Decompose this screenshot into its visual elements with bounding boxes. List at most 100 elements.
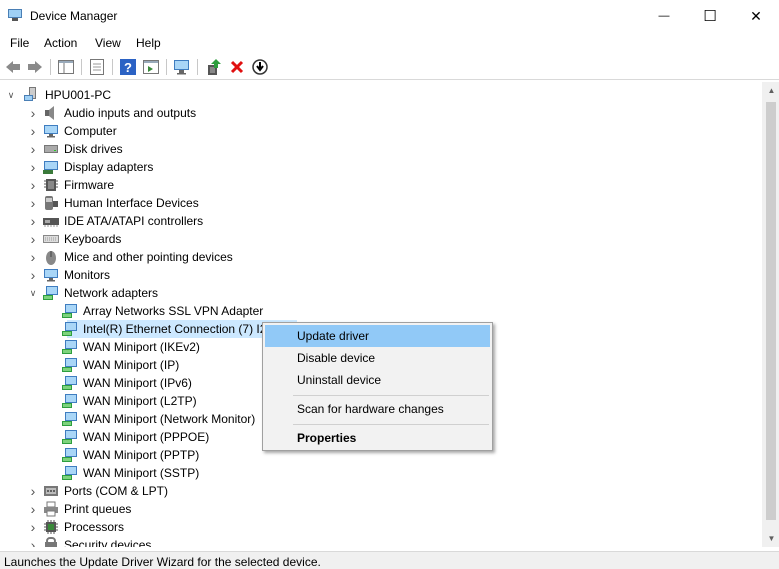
expand-icon[interactable]: ›: [28, 536, 38, 547]
menu-action[interactable]: Action: [44, 36, 77, 50]
device-manager-icon: [8, 9, 22, 21]
scan-hardware-button[interactable]: [173, 58, 191, 76]
maximize-icon: ☐: [703, 8, 717, 25]
properties-button[interactable]: [88, 58, 106, 76]
tree-category-9[interactable]: › Monitors: [0, 266, 740, 284]
mouse-icon: [46, 251, 56, 265]
network-adapter-icon: [62, 466, 77, 480]
tree-node-label: IDE ATA/ATAPI controllers: [64, 214, 204, 228]
scroll-thumb[interactable]: [766, 102, 776, 520]
tree-category-after-2[interactable]: › Processors: [0, 518, 740, 536]
tree-category-10[interactable]: ∨ Network adapters: [0, 284, 740, 302]
menu-item-scan-hardware[interactable]: Scan for hardware changes: [265, 398, 490, 420]
collapse-icon[interactable]: ∨: [28, 284, 38, 302]
status-text: Launches the Update Driver Wizard for th…: [4, 555, 321, 569]
expand-icon[interactable]: ›: [28, 266, 38, 284]
tree-category-after-1[interactable]: › Print queues: [0, 500, 740, 518]
keyboard-icon: [43, 235, 59, 243]
root-label: HPU001-PC: [45, 88, 112, 102]
action-pane-icon: [143, 60, 159, 74]
tree-node-label: Display adapters: [64, 160, 154, 174]
firmware-icon: [44, 179, 58, 191]
expand-icon[interactable]: ›: [28, 104, 38, 122]
expand-icon[interactable]: ›: [28, 500, 38, 518]
collapse-icon[interactable]: ∨: [6, 86, 16, 104]
tree-root[interactable]: ∨ HPU001-PC: [0, 86, 300, 104]
tree-node-label: Disk drives: [64, 142, 123, 156]
show-hide-tree-button[interactable]: [57, 58, 75, 76]
minimize-button[interactable]: —: [641, 0, 687, 32]
tree-category-8[interactable]: › Mice and other pointing devices: [0, 248, 740, 266]
tree-category-6[interactable]: › IDE ATA/ATAPI controllers: [0, 212, 740, 230]
tree-category-5[interactable]: › Human Interface Devices: [0, 194, 740, 212]
menu-separator: [293, 395, 489, 396]
update-driver-button[interactable]: [205, 58, 223, 76]
tree-node-label: WAN Miniport (PPTP): [83, 448, 200, 462]
tree-node-label: WAN Miniport (IPv6): [83, 376, 192, 390]
tree-node-label: WAN Miniport (SSTP): [83, 466, 200, 480]
expand-icon[interactable]: ›: [28, 230, 38, 248]
tree-category-3[interactable]: › Display adapters: [0, 158, 740, 176]
status-bar: Launches the Update Driver Wizard for th…: [0, 551, 779, 569]
expand-icon[interactable]: ›: [28, 140, 38, 158]
expand-icon[interactable]: ›: [28, 158, 38, 176]
menu-item-disable-device[interactable]: Disable device: [265, 347, 490, 369]
menu-item-update-driver[interactable]: Update driver: [265, 325, 490, 347]
tree-node-label: Print queues: [64, 502, 132, 516]
tree-category-4[interactable]: › Firmware: [0, 176, 740, 194]
context-menu: Update driver Disable device Uninstall d…: [262, 322, 493, 451]
tree-node-label: Computer: [64, 124, 117, 138]
tree-node-label: WAN Miniport (IKEv2): [83, 340, 200, 354]
tree-category-1[interactable]: › Computer: [0, 122, 740, 140]
expand-icon[interactable]: ›: [28, 212, 38, 230]
expand-icon[interactable]: ›: [28, 122, 38, 140]
menu-help[interactable]: Help: [136, 36, 161, 50]
expand-icon[interactable]: ›: [28, 518, 38, 536]
menu-file[interactable]: File: [10, 36, 29, 50]
tree-network-adapter-0[interactable]: Array Networks SSL VPN Adapter: [0, 302, 740, 320]
toolbar: ?: [0, 54, 779, 80]
expand-icon[interactable]: ›: [28, 482, 38, 500]
tree-node-label: Monitors: [64, 268, 111, 282]
tree-category-2[interactable]: › Disk drives: [0, 140, 740, 158]
menu-item-uninstall-device[interactable]: Uninstall device: [265, 369, 490, 391]
network-adapter-icon: [62, 376, 77, 390]
back-button[interactable]: [4, 58, 22, 76]
expand-icon[interactable]: ›: [28, 248, 38, 266]
tree-network-adapter-9[interactable]: WAN Miniport (SSTP): [0, 464, 740, 482]
tree-node-label: WAN Miniport (PPPOE): [83, 430, 210, 444]
disable-button[interactable]: [251, 58, 269, 76]
tree-category-after-3[interactable]: › Security devices: [0, 536, 740, 547]
forward-button[interactable]: [26, 58, 44, 76]
expand-icon[interactable]: ›: [28, 176, 38, 194]
tree-node-label: WAN Miniport (L2TP): [83, 394, 197, 408]
computer-icon: [24, 87, 36, 101]
tree-node-label: WAN Miniport (Network Monitor): [83, 412, 256, 426]
tree-node-label: Audio inputs and outputs: [64, 106, 197, 120]
computer-icon: [44, 125, 58, 138]
update-driver-icon: [208, 59, 221, 75]
scroll-up-arrow-icon[interactable]: ▲: [763, 82, 779, 99]
maximize-button[interactable]: ☐: [687, 0, 733, 32]
hid-icon: [45, 196, 58, 210]
tree-node-label: Mice and other pointing devices: [64, 250, 233, 264]
expand-icon[interactable]: ›: [28, 194, 38, 212]
back-icon: [6, 61, 20, 73]
action-pane-button[interactable]: [142, 58, 160, 76]
scroll-down-arrow-icon[interactable]: ▼: [763, 530, 779, 547]
device-tree[interactable]: ∨ HPU001-PC › Audio inputs and outputs › Co…: [0, 82, 762, 547]
tree-category-7[interactable]: › Keyboards: [0, 230, 740, 248]
tree-category-0[interactable]: › Audio inputs and outputs: [0, 104, 740, 122]
close-button[interactable]: ✕: [733, 0, 779, 32]
speaker-icon: [45, 106, 54, 120]
tree-node-label: Keyboards: [64, 232, 122, 246]
menu-item-properties[interactable]: Properties: [265, 427, 490, 449]
network-adapter-icon: [62, 448, 77, 462]
minimize-icon: —: [658, 10, 670, 22]
vertical-scrollbar[interactable]: ▲ ▼: [762, 82, 779, 547]
uninstall-button[interactable]: [228, 58, 246, 76]
help-button[interactable]: ?: [119, 58, 137, 76]
menu-view[interactable]: View: [95, 36, 121, 50]
tree-node-label: Network adapters: [64, 286, 159, 300]
tree-category-after-0[interactable]: › Ports (COM & LPT): [0, 482, 740, 500]
